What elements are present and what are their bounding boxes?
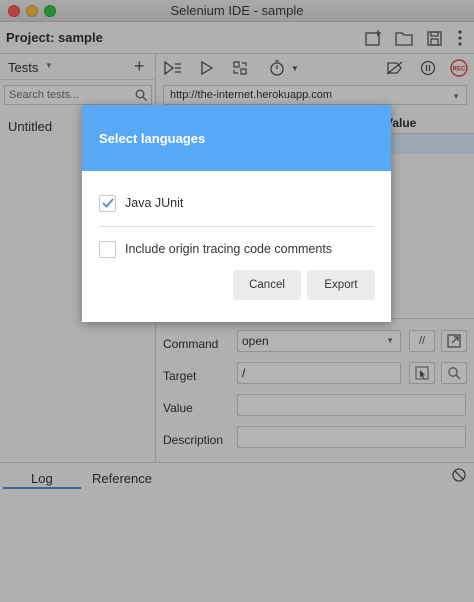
checkmark-icon [101, 198, 114, 208]
select-languages-dialog: Select languages Java JUnit Include orig… [82, 105, 391, 322]
cancel-button[interactable]: Cancel [233, 270, 301, 300]
option-label: Include origin tracing code comments [125, 242, 333, 256]
dialog-title: Select languages [99, 131, 206, 146]
checkbox-java-junit[interactable] [99, 194, 116, 212]
option-java-junit[interactable]: Java JUnit [99, 193, 183, 213]
export-button[interactable]: Export [307, 270, 375, 300]
dialog-header: Select languages [82, 105, 391, 171]
dialog-divider [99, 226, 374, 227]
option-label: Java JUnit [125, 196, 184, 210]
option-origin-tracing[interactable]: Include origin tracing code comments [99, 239, 332, 259]
checkbox-origin-tracing[interactable] [99, 240, 116, 258]
